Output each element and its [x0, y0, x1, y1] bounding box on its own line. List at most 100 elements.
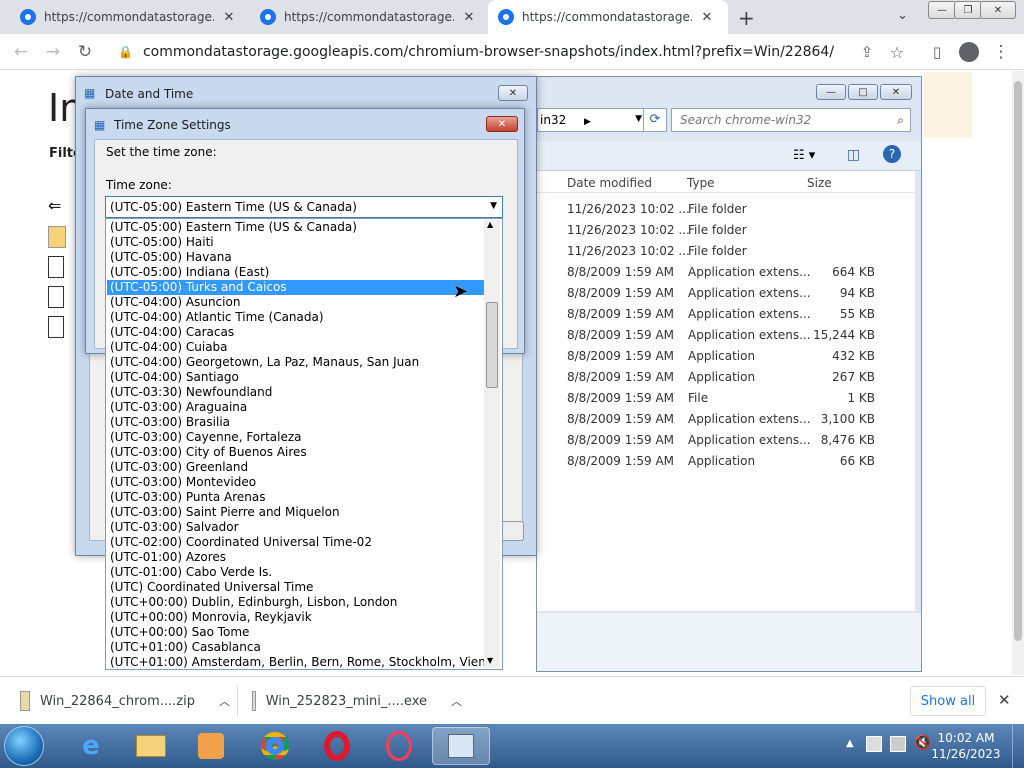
taskbar-opera-icon[interactable] — [308, 727, 366, 765]
file-row[interactable]: 8/8/2009 1:59 AM Application extens... 55 … — [537, 307, 915, 328]
browser-tab-3-active[interactable]: https://commondatastorage.goo ✕ — [488, 0, 728, 34]
time-zone-option[interactable]: (UTC-03:00) Montevideo — [107, 475, 487, 490]
close-browser-button[interactable]: ✕ — [980, 1, 1016, 19]
time-zone-option[interactable]: (UTC-04:00) Santiago — [107, 370, 487, 385]
tz-close-button[interactable]: ✕ — [486, 116, 518, 132]
time-zone-option[interactable]: (UTC+00:00) Dublin, Edinburgh, Lisbon, L… — [107, 595, 487, 610]
action-center-icon[interactable] — [866, 736, 882, 752]
time-zone-option[interactable]: (UTC-05:00) Eastern Time (US & Canada) — [107, 220, 487, 235]
taskbar-clock[interactable]: 10:02 AM 11/26/2023 — [930, 730, 1002, 762]
taskbar-explorer-icon[interactable] — [122, 727, 180, 765]
taskbar-chrome-icon[interactable] — [246, 727, 304, 765]
time-zone-option[interactable]: (UTC-03:00) Brasilia — [107, 415, 487, 430]
restore-browser-button[interactable]: ❐ — [954, 1, 982, 19]
time-zone-option[interactable]: (UTC-04:00) Asuncion — [107, 295, 487, 310]
time-zone-option[interactable]: (UTC-03:00) City of Buenos Aires — [107, 445, 487, 460]
file-row[interactable]: 8/8/2009 1:59 AM Application 267 KB — [537, 370, 915, 391]
preview-pane-icon[interactable]: ◫ — [847, 147, 860, 163]
time-zone-option[interactable]: (UTC-02:00) Coordinated Universal Time-0… — [107, 535, 487, 550]
file-row[interactable]: 11/26/2023 10:02 ... File folder — [537, 223, 915, 244]
refresh-icon[interactable]: ⟳ — [643, 108, 667, 132]
help-icon[interactable]: ? — [883, 145, 901, 163]
time-zone-option[interactable]: (UTC-03:00) Saint Pierre and Miquelon — [107, 505, 487, 520]
browser-tab-1[interactable]: https://commondatastorage.goo ✕ — [10, 0, 250, 34]
time-zone-option[interactable]: (UTC-01:00) Azores — [107, 550, 487, 565]
chevron-up-icon[interactable]: ︿ — [451, 693, 462, 709]
time-zone-option[interactable]: (UTC-04:00) Cuiaba — [107, 340, 487, 355]
file-row[interactable]: 8/8/2009 1:59 AM Application 432 KB — [537, 349, 915, 370]
show-all-button[interactable]: Show all — [910, 686, 986, 716]
scroll-down-arrow-icon[interactable]: ▼ — [487, 656, 493, 665]
time-zone-option[interactable]: (UTC-04:00) Georgetown, La Paz, Manaus, … — [107, 355, 487, 370]
explorer-maximize-button[interactable]: □ — [848, 84, 878, 100]
taskbar-opera-gx-icon[interactable] — [370, 727, 428, 765]
chevron-up-icon[interactable]: ︿ — [219, 693, 230, 709]
show-desktop-button[interactable] — [1012, 724, 1024, 768]
new-tab-button[interactable]: + — [738, 6, 755, 30]
scrollbar-thumb[interactable] — [1014, 81, 1022, 641]
file-row[interactable]: 8/8/2009 1:59 AM Application extens... 3,1… — [537, 412, 915, 433]
forward-arrow-icon[interactable]: → — [38, 34, 68, 70]
time-zone-option[interactable]: (UTC-04:00) Caracas — [107, 325, 487, 340]
time-zone-option[interactable]: (UTC-03:00) Araguaina — [107, 400, 487, 415]
view-options-icon[interactable]: ☷ ▾ — [793, 148, 815, 163]
time-zone-select[interactable]: (UTC-05:00) Eastern Time (US & Canada) ▼ — [105, 196, 503, 218]
time-zone-option[interactable]: (UTC+00:00) Monrovia, Reykjavik — [107, 610, 487, 625]
dropdown-scrollbar[interactable]: ▲ ▼ — [484, 220, 500, 668]
explorer-close-button[interactable]: ✕ — [880, 84, 912, 100]
download-item-exe[interactable]: Win_252823_mini_....exe ︿ — [252, 677, 462, 725]
explorer-search-box[interactable]: Search chrome-win32 ⌕ — [671, 108, 911, 132]
column-type[interactable]: Type — [687, 176, 715, 190]
time-zone-option[interactable]: (UTC-04:00) Atlantic Time (Canada) — [107, 310, 487, 325]
browser-menu-icon[interactable]: ⋮ — [986, 34, 1016, 70]
time-zone-option[interactable]: (UTC-05:00) Indiana (East) — [107, 265, 487, 280]
time-zone-option[interactable]: (UTC-03:00) Punta Arenas — [107, 490, 487, 505]
network-icon[interactable] — [890, 736, 906, 752]
reload-icon[interactable]: ↻ — [70, 34, 100, 70]
time-zone-option[interactable]: (UTC) Coordinated Universal Time — [107, 580, 487, 595]
time-zone-option[interactable]: (UTC+01:00) Amsterdam, Berlin, Bern, Rom… — [107, 655, 501, 670]
time-zone-option[interactable]: (UTC+01:00) Casablanca — [107, 640, 487, 655]
time-zone-option[interactable]: (UTC-03:30) Newfoundland — [107, 385, 487, 400]
column-size[interactable]: Size — [807, 176, 832, 190]
close-tab-icon[interactable]: ✕ — [462, 10, 476, 25]
share-icon[interactable]: ⇪ — [852, 34, 882, 70]
taskbar-ie-icon[interactable]: e — [62, 727, 120, 765]
column-date-modified[interactable]: Date modified — [567, 176, 652, 190]
file-row[interactable]: 8/8/2009 1:59 AM Application 66 KB — [537, 454, 915, 475]
minimize-browser-button[interactable]: — — [928, 1, 956, 19]
side-panel-icon[interactable]: ▯ — [922, 34, 952, 70]
file-row[interactable]: 11/26/2023 10:02 ... File folder — [537, 202, 915, 223]
scroll-up-arrow-icon[interactable]: ▲ — [487, 220, 493, 229]
bookmark-star-icon[interactable]: ☆ — [882, 34, 912, 70]
file-row[interactable]: 8/8/2009 1:59 AM File 1 KB — [537, 391, 915, 412]
time-zone-option[interactable]: (UTC+00:00) Sao Tome — [107, 625, 487, 640]
time-zone-option[interactable]: (UTC-01:00) Cabo Verde Is. — [107, 565, 487, 580]
back-arrow-icon[interactable]: ← — [6, 34, 36, 70]
time-zone-option[interactable]: (UTC-05:00) Haiti — [107, 235, 487, 250]
tab-search-chevron-icon[interactable]: ⌄ — [897, 8, 908, 23]
explorer-path-bar[interactable]: in32 ▶ ▼ — [537, 108, 647, 132]
file-row[interactable]: 8/8/2009 1:59 AM Application extens... 15,… — [537, 328, 915, 349]
taskbar-date-time-icon[interactable] — [432, 727, 490, 765]
file-row[interactable]: 8/8/2009 1:59 AM Application extens... 94 … — [537, 286, 915, 307]
date-time-close-button[interactable]: ✕ — [498, 85, 528, 101]
tray-expand-icon[interactable]: ▲ — [846, 738, 854, 749]
time-zone-option[interactable]: (UTC-03:00) Cayenne, Fortaleza — [107, 430, 487, 445]
close-downloads-icon[interactable]: ✕ — [998, 691, 1011, 709]
close-tab-icon[interactable]: ✕ — [222, 10, 236, 25]
profile-avatar-icon[interactable] — [954, 34, 984, 70]
time-zone-option[interactable]: (UTC-03:00) Salvador — [107, 520, 487, 535]
download-item-zip[interactable]: Win_22864_chrom....zip ︿ — [20, 677, 230, 725]
close-tab-icon[interactable]: ✕ — [700, 10, 714, 25]
browser-tab-2[interactable]: https://commondatastorage.goo ✕ — [250, 0, 488, 34]
path-dropdown-icon[interactable]: ▼ — [635, 114, 642, 124]
time-zone-option[interactable]: (UTC-03:00) Greenland — [107, 460, 487, 475]
file-row[interactable]: 11/26/2023 10:02 ... File folder — [537, 244, 915, 265]
taskbar-media-player-icon[interactable] — [182, 727, 240, 765]
page-scrollbar[interactable] — [1012, 71, 1024, 675]
scrollbar-thumb[interactable] — [486, 302, 498, 388]
start-button-icon[interactable] — [4, 726, 44, 766]
address-bar[interactable]: 🔒 commondatastorage.googleapis.com/chrom… — [108, 38, 918, 66]
volume-muted-icon[interactable]: 🔇 — [914, 735, 931, 751]
